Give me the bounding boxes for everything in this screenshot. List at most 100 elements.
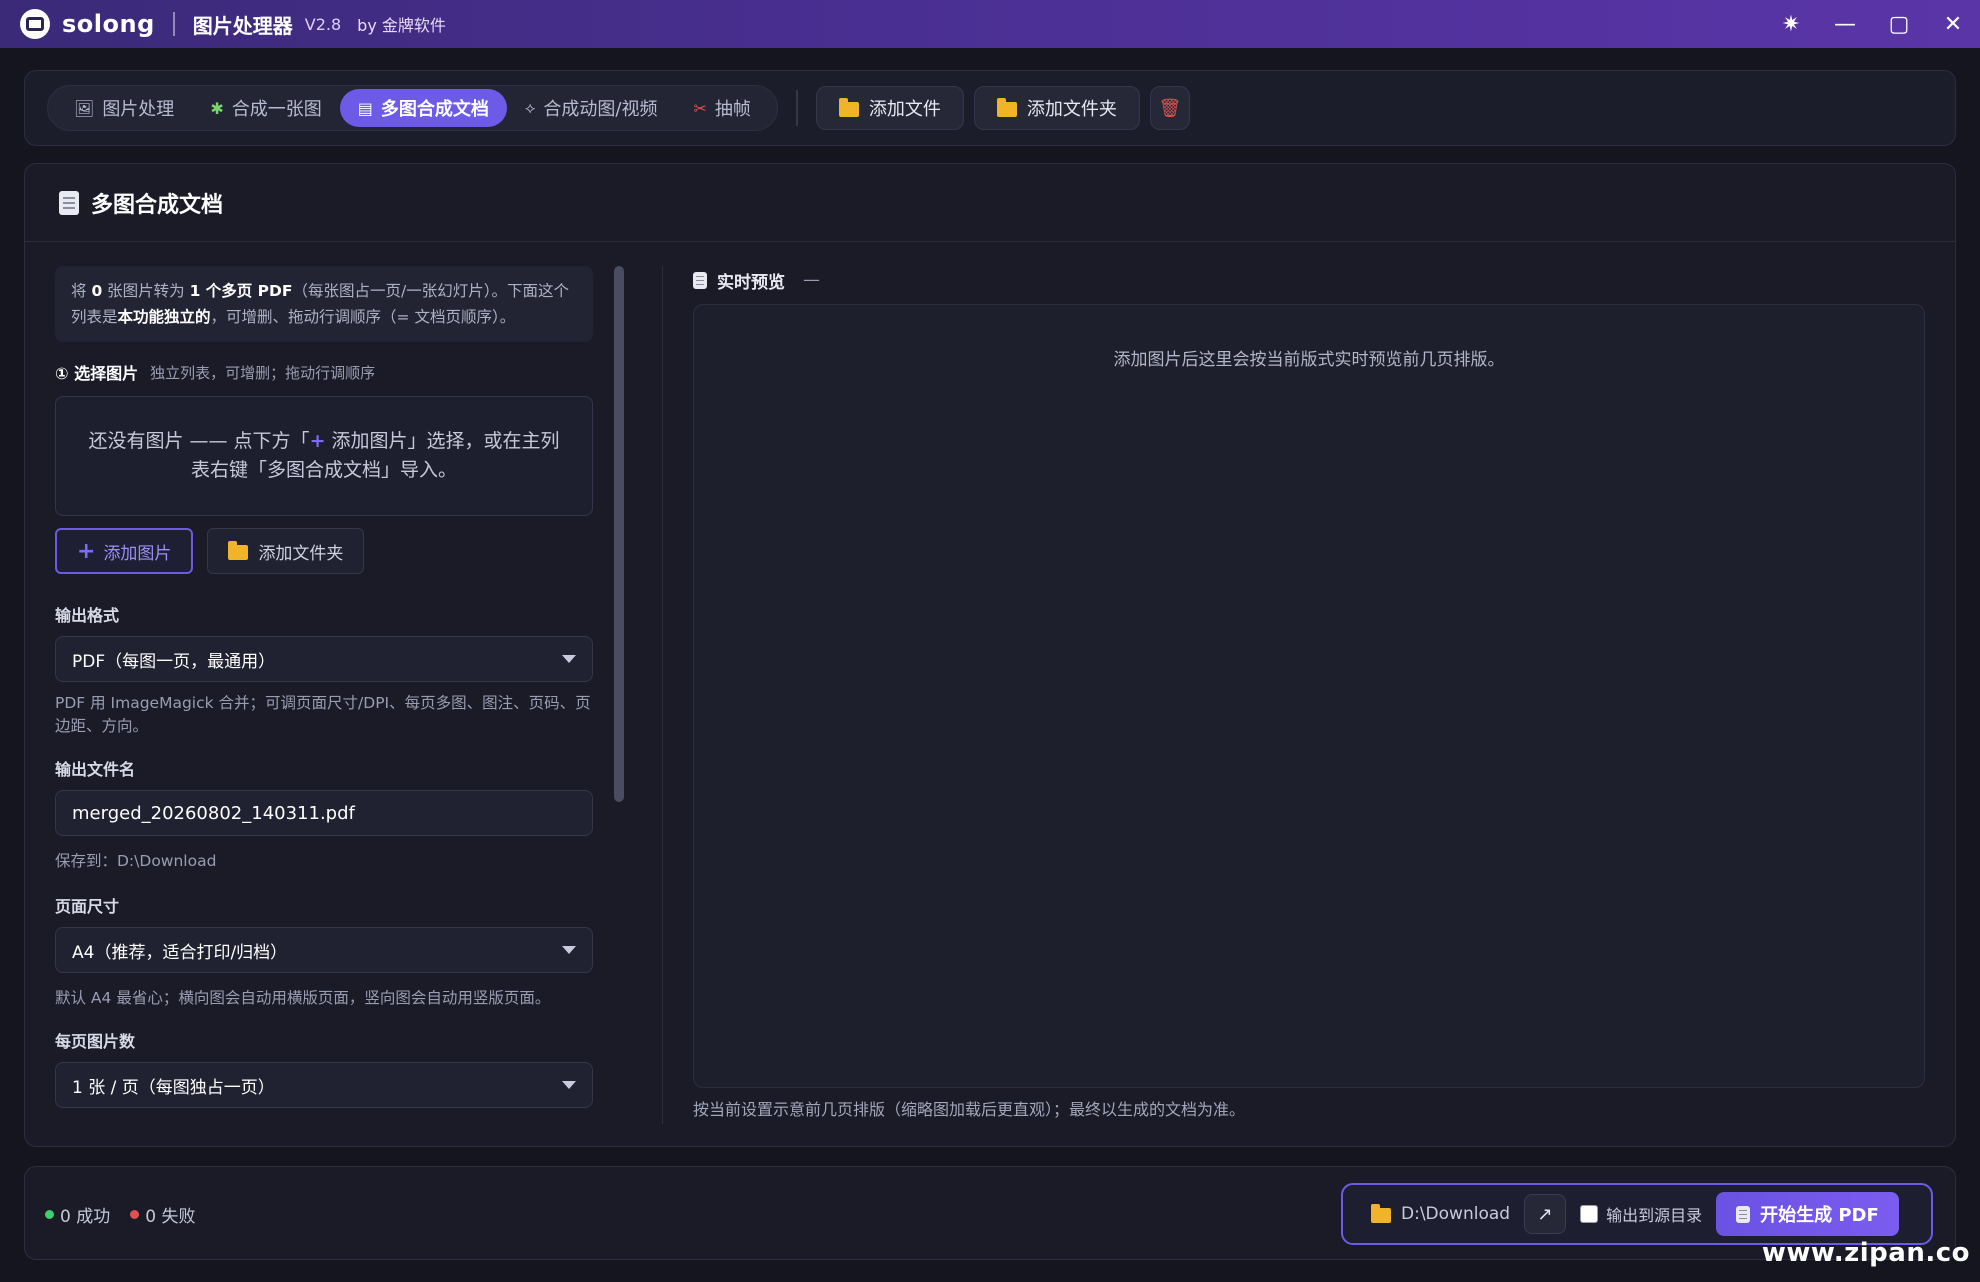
info-strong: 1 个多页 PDF <box>189 282 293 300</box>
folder-icon <box>1371 1203 1391 1223</box>
watermark: www.zipan.co <box>1761 1238 1970 1268</box>
panel-title: 多图合成文档 <box>91 192 224 218</box>
section-hint: 独立列表，可增删；拖动行调顺序 <box>150 363 376 382</box>
info-strong: 本功能独立的 <box>117 308 211 326</box>
output-format-value: PDF（每图一页，最通用） <box>72 651 276 672</box>
app-byline: by 金牌软件 <box>357 16 446 35</box>
info-text: 将 <box>71 282 92 300</box>
per-page-select[interactable]: 1 张 / 页（每图独占一页） <box>55 1062 593 1108</box>
folder-icon <box>228 540 249 560</box>
document-icon <box>693 271 707 289</box>
image-icon: 🖼 <box>74 98 95 118</box>
scissors-icon: ✂ <box>693 98 707 118</box>
add-image-label: 添加图片 <box>103 543 172 564</box>
theme-toggle-icon[interactable]: ✷ <box>1764 0 1818 48</box>
success-text: 0 成功 <box>60 1206 111 1227</box>
tab-multi-image-document[interactable]: ▤ 多图合成文档 <box>339 89 507 127</box>
output-format-help: PDF 用 ImageMagick 合并；可调页面尺寸/DPI、每页多图、图注、… <box>55 694 591 735</box>
toolbar: 🖼 图片处理 ✱ 合成一张图 ▤ 多图合成文档 ⟡ 合成动图/视频 ✂ 抽帧 添… <box>24 70 1956 146</box>
title-separator <box>172 12 175 36</box>
add-folder-button[interactable]: 添加文件夹 <box>973 86 1140 130</box>
main-panel: 多图合成文档 将 0 张图片转为 1 个多页 PDF（每张图占一页/一张幻灯片）… <box>24 163 1956 1147</box>
output-name-label: 输出文件名 <box>55 760 136 779</box>
open-folder-button[interactable]: ↗ <box>1524 1194 1567 1234</box>
tab-label: 抽帧 <box>714 99 751 120</box>
section-title: ① 选择图片 <box>55 364 139 383</box>
tab-label: 合成一张图 <box>231 99 322 120</box>
page-size-help: 默认 A4 最省心；横向图会自动用横版页面，竖向图会自动用竖版页面。 <box>55 989 551 1007</box>
info-box: 将 0 张图片转为 1 个多页 PDF（每张图占一页/一张幻灯片）。下面这个列表… <box>55 266 593 342</box>
preview-message: 添加图片后这里会按当前版式实时预览前几页排版。 <box>1113 350 1505 370</box>
add-file-label: 添加文件 <box>868 99 941 120</box>
image-list-empty[interactable]: 还没有图片 —— 点下方「+ 添加图片」选择，或在主列表右键「多图合成文档」导入… <box>55 396 593 516</box>
document-icon: ▤ <box>357 98 373 118</box>
preview-column: 实时预览 — 添加图片后这里会按当前版式实时预览前几页排版。 按当前设置示意前几… <box>693 266 1925 1124</box>
minimize-button[interactable]: — <box>1818 0 1872 48</box>
preview-title: 实时预览 <box>717 272 785 293</box>
chevron-down-icon <box>562 655 576 663</box>
fail-count: 0 失败 <box>130 1202 195 1227</box>
page-size-value: A4（推荐，适合打印/归档） <box>72 942 288 963</box>
tab-label: 图片处理 <box>102 99 175 120</box>
output-dir[interactable]: D:\Download <box>1371 1203 1511 1224</box>
output-name-input[interactable]: merged_20260802_140311.pdf <box>55 790 593 836</box>
per-page-label: 每页图片数 <box>55 1032 136 1051</box>
mode-tabs: 🖼 图片处理 ✱ 合成一张图 ▤ 多图合成文档 ⟡ 合成动图/视频 ✂ 抽帧 <box>47 85 778 131</box>
document-icon <box>59 190 79 215</box>
start-generate-label: 开始生成 PDF <box>1760 1205 1879 1226</box>
preview-status: — <box>803 270 820 290</box>
preview-header: 实时预览 — <box>693 266 1925 294</box>
output-format-select[interactable]: PDF（每图一页，最通用） <box>55 636 593 682</box>
puzzle-icon: ✱ <box>210 98 224 118</box>
output-to-source-label: 输出到源目录 <box>1606 1206 1703 1225</box>
save-to-text: 保存到：D:\Download <box>55 852 217 870</box>
document-icon <box>1736 1205 1751 1223</box>
title-bar: solong 图片处理器 V2.8 by 金牌软件 ✷ — ▢ ✕ <box>0 0 1980 48</box>
settings-column[interactable]: 将 0 张图片转为 1 个多页 PDF（每张图占一页/一张幻灯片）。下面这个列表… <box>55 266 593 1124</box>
empty-text: 还没有图片 —— 点下方「 <box>88 430 310 452</box>
maximize-button[interactable]: ▢ <box>1872 0 1926 48</box>
add-folder-label: 添加文件夹 <box>258 543 344 564</box>
column-divider <box>662 266 663 1124</box>
scrollbar-thumb[interactable] <box>614 266 624 802</box>
tab-label: 合成动图/视频 <box>543 99 658 120</box>
window-controls: ✷ — ▢ ✕ <box>1764 0 1980 48</box>
fail-text: 0 失败 <box>145 1206 196 1227</box>
tab-animation-video[interactable]: ⟡ 合成动图/视频 <box>507 89 676 127</box>
info-text: 张图片转为 <box>102 282 190 300</box>
folder-icon <box>996 97 1017 117</box>
tab-merge-one-image[interactable]: ✱ 合成一张图 <box>192 89 339 127</box>
app-version: V2.8 <box>304 14 342 34</box>
folder-icon <box>838 97 859 117</box>
per-page-value: 1 张 / 页（每图独占一页） <box>72 1077 275 1098</box>
result-stats: 0 成功 0 失败 <box>45 1167 195 1261</box>
add-image-button[interactable]: + 添加图片 <box>55 528 194 574</box>
image-buttons: + 添加图片 添加文件夹 <box>55 528 593 574</box>
plus-icon: + <box>77 538 96 564</box>
tab-frame-extract[interactable]: ✂ 抽帧 <box>676 89 769 127</box>
plus-icon: + <box>309 430 326 452</box>
link-icon: ⟡ <box>524 98 536 117</box>
page-size-select[interactable]: A4（推荐，适合打印/归档） <box>55 927 593 973</box>
info-text: ，可增删、拖动行调顺序（= 文档页顺序）。 <box>210 308 516 326</box>
add-folder-button-secondary[interactable]: 添加文件夹 <box>207 528 365 574</box>
checkbox[interactable] <box>1580 1205 1599 1223</box>
preview-footer: 按当前设置示意前几页排版（缩略图加载后更直观）；最终以生成的文档为准。 <box>693 1100 1246 1119</box>
chevron-down-icon <box>562 1081 576 1089</box>
start-generate-button[interactable]: 开始生成 PDF <box>1716 1192 1899 1236</box>
close-button[interactable]: ✕ <box>1926 0 1980 48</box>
trash-icon[interactable]: 🗑 <box>1149 86 1190 130</box>
output-to-source-toggle[interactable]: 输出到源目录 <box>1580 1202 1702 1226</box>
preview-area: 添加图片后这里会按当前版式实时预览前几页排版。 <box>693 304 1925 1088</box>
tab-image-processing[interactable]: 🖼 图片处理 <box>56 89 192 127</box>
app-name: 图片处理器 <box>192 13 293 38</box>
output-dir-text: D:\Download <box>1401 1204 1511 1224</box>
empty-message: 还没有图片 —— 点下方「+ 添加图片」选择，或在主列表右键「多图合成文档」导入… <box>86 427 562 485</box>
add-file-button[interactable]: 添加文件 <box>815 86 964 130</box>
brand-name: solong <box>62 10 155 38</box>
chevron-down-icon <box>562 946 576 954</box>
select-images-label: ① 选择图片 独立列表，可增删；拖动行调顺序 <box>55 360 593 384</box>
settings-scrollbar[interactable] <box>611 266 625 1124</box>
success-count: 0 成功 <box>45 1202 110 1227</box>
output-format-label: 输出格式 <box>55 606 120 625</box>
